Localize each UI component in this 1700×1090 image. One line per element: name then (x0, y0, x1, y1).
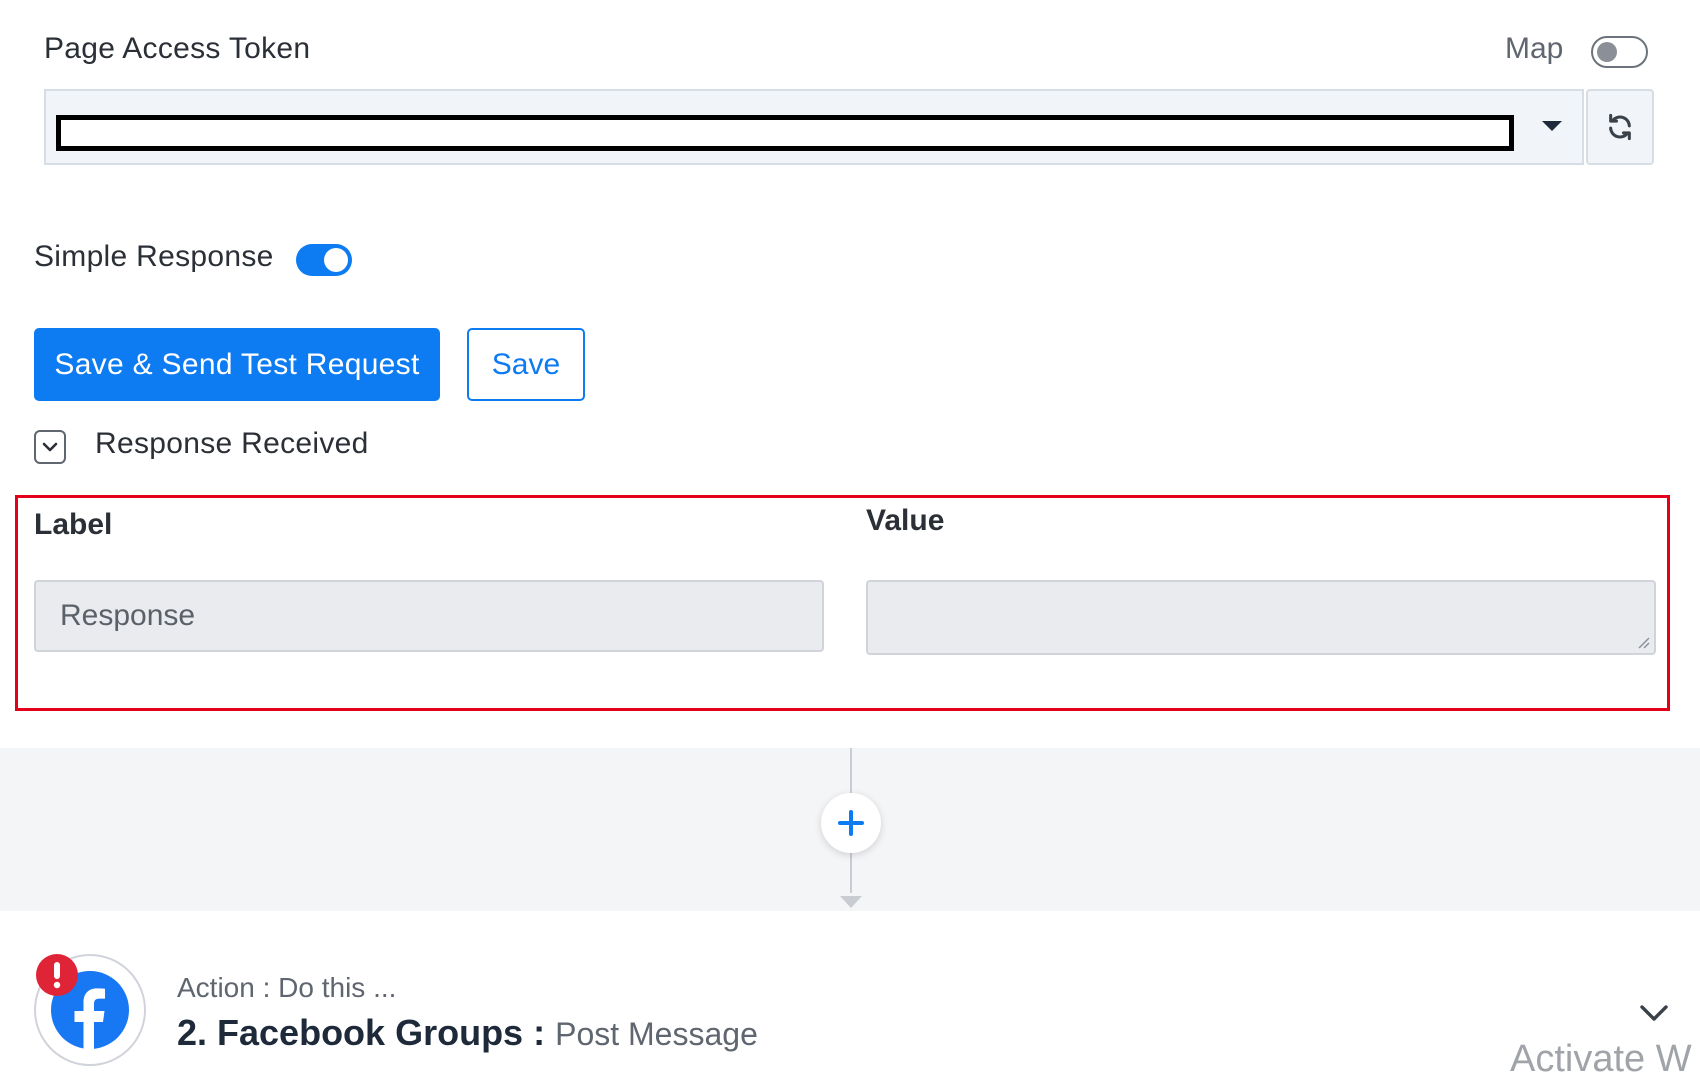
map-toggle-knob (1597, 42, 1617, 62)
save-send-test-request-button[interactable]: Save & Send Test Request (34, 328, 440, 401)
action-title: 2. Facebook Groups : Post Message (177, 1012, 758, 1054)
map-label: Map (1505, 32, 1564, 65)
action-subtitle: Action : Do this ... (177, 972, 397, 1003)
simple-response-toggle-knob (324, 248, 348, 272)
refresh-icon (1609, 113, 1631, 141)
add-step-button[interactable] (821, 793, 881, 853)
simple-response-toggle[interactable] (296, 244, 352, 276)
caret-down-icon[interactable] (1542, 121, 1562, 131)
resize-grip-icon[interactable] (1636, 635, 1650, 649)
label-column-header: Label (34, 508, 113, 541)
exclamation-icon (53, 962, 61, 989)
save-button[interactable]: Save (467, 328, 585, 401)
map-toggle[interactable] (1591, 36, 1648, 68)
error-badge (36, 954, 78, 996)
activate-windows-watermark: Activate W (1510, 1038, 1692, 1080)
expand-chevron-icon[interactable] (1636, 998, 1672, 1028)
response-collapse-toggle[interactable] (34, 430, 66, 464)
chevron-down-icon (42, 442, 58, 452)
step-config-card: Page Access Token Map Simple Response Sa… (0, 0, 1700, 748)
simple-response-label: Simple Response (34, 240, 274, 273)
action-event-name: Post Message (555, 1016, 758, 1052)
response-label-field[interactable]: Response (34, 580, 824, 652)
selected-token-value-redacted (56, 115, 1514, 151)
value-column-header: Value (866, 504, 945, 537)
action-app-name: 2. Facebook Groups : (177, 1012, 546, 1053)
response-value-field[interactable] (866, 580, 1656, 655)
response-label-text: Response (60, 599, 196, 632)
page-access-token-select[interactable] (44, 89, 1584, 165)
plus-icon (838, 810, 864, 836)
refresh-button[interactable] (1586, 89, 1654, 165)
response-received-heading: Response Received (95, 427, 369, 460)
connector-arrow-icon (840, 896, 862, 908)
page-access-token-label: Page Access Token (44, 32, 311, 65)
